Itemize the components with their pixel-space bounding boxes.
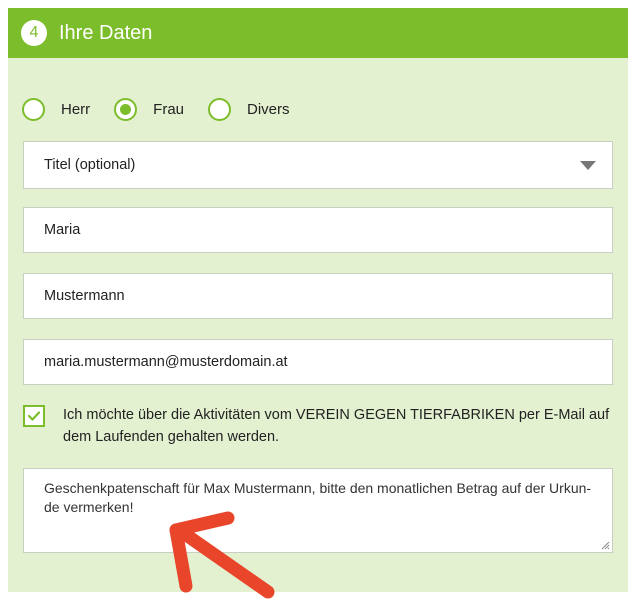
newsletter-checkbox[interactable]	[23, 405, 45, 427]
newsletter-consent-label: Ich möchte über die Aktivitäten vom VERE…	[63, 407, 610, 445]
radio-button-frau[interactable]	[114, 98, 138, 121]
panel-title: Ihre Daten	[59, 21, 153, 44]
radio-option-divers[interactable]: Divers	[208, 98, 290, 121]
panel-header: 4 Ihre Daten	[8, 8, 628, 58]
checkmark-icon	[27, 411, 41, 421]
radio-option-frau[interactable]: Frau	[114, 98, 184, 121]
last-name-input[interactable]: Mustermann	[23, 273, 613, 319]
resize-grip-icon[interactable]	[600, 540, 610, 550]
radio-label-divers: Divers	[247, 101, 290, 118]
salutation-radio-group: Herr Frau Divers	[22, 98, 314, 121]
message-textarea[interactable]: Geschenkpatenschaft für Max Mustermann, …	[23, 468, 613, 553]
email-input[interactable]: maria.mustermann@musterdomain.at	[23, 339, 613, 385]
arrow-icon	[169, 511, 275, 599]
radio-selected-dot	[120, 104, 132, 115]
radio-button-herr[interactable]	[22, 98, 45, 121]
message-text: Geschenkpatenschaft für Max Mustermann, …	[44, 480, 592, 515]
chevron-down-icon[interactable]	[580, 161, 596, 170]
first-name-input[interactable]: Maria	[23, 207, 613, 253]
title-select-value: Titel (optional)	[44, 157, 136, 173]
radio-button-divers[interactable]	[208, 98, 232, 121]
radio-option-herr[interactable]: Herr	[22, 98, 90, 121]
radio-label-frau: Frau	[153, 101, 185, 118]
title-select[interactable]: Titel (optional)	[23, 141, 613, 189]
radio-label-herr: Herr	[61, 101, 91, 118]
last-name-value: Mustermann	[44, 288, 125, 304]
email-value: maria.mustermann@musterdomain.at	[44, 354, 288, 370]
step-number-badge: 4	[21, 20, 47, 46]
personal-data-panel: 4 Ihre Daten Herr Frau Divers Titel (opt…	[8, 8, 628, 592]
first-name-value: Maria	[44, 222, 81, 238]
